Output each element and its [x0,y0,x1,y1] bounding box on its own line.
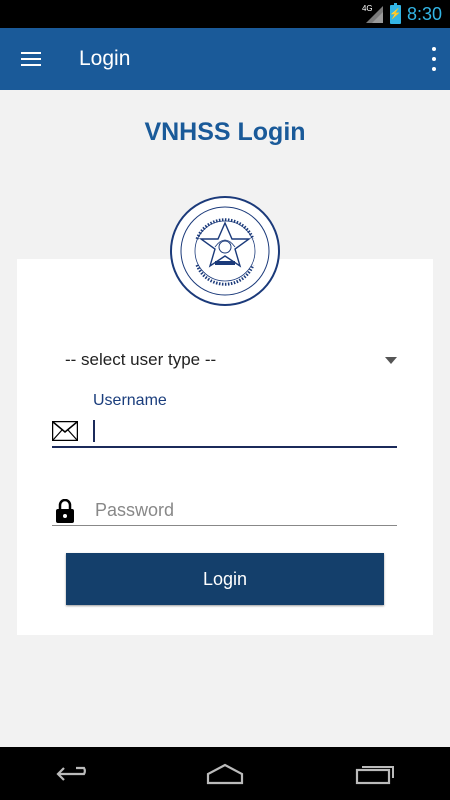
recent-apps-icon [355,765,394,784]
app-bar: Login [0,28,450,90]
user-type-select-value: -- select user type -- [65,350,217,369]
signal-icon: 4G [361,4,384,24]
app-bar-title: Login [79,47,131,70]
status-time: 8:30 [406,3,442,24]
lock-icon [56,499,74,523]
password-input[interactable] [95,496,397,526]
school-emblem-icon [180,206,270,296]
school-logo [170,196,280,306]
home-button[interactable] [195,754,255,794]
battery-icon: ⚡ [389,2,402,24]
user-type-select[interactable]: -- select user type -- [65,346,400,374]
password-underline [52,525,397,526]
username-input[interactable] [93,418,397,448]
back-button[interactable] [45,754,105,794]
username-underline [52,446,397,448]
network-label: 4G [361,4,373,13]
dropdown-arrow-icon [385,356,397,364]
hamburger-icon [21,52,41,66]
recent-apps-button[interactable] [345,754,405,794]
page-heading: VNHSS Login [144,118,306,146]
home-icon [206,763,244,784]
status-bar: 4G ⚡ 8:30 [0,0,450,28]
overflow-menu-button[interactable] [430,47,438,71]
menu-button[interactable] [0,28,62,90]
status-icons: 4G ⚡ 8:30 [361,0,442,28]
login-button[interactable]: Login [66,553,384,605]
envelope-icon [52,421,78,441]
back-icon [56,766,86,781]
username-label: Username [93,392,167,409]
text-cursor [93,420,95,442]
navigation-bar [0,747,450,800]
